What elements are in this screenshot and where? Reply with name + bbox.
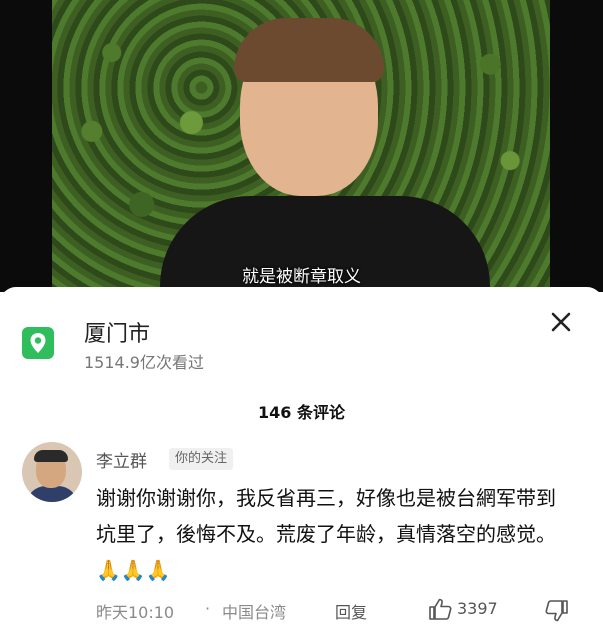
video-player[interactable]: 就是被断章取义: [0, 0, 603, 292]
meta-separator: ·: [205, 599, 211, 618]
video-subtitle: 就是被断章取义: [242, 267, 361, 287]
comment-body: 谢谢你谢谢你，我反省再三，好像也是被台網军带到坑里了，後悔不及。荒废了年龄，真情…: [96, 486, 556, 546]
comment-author[interactable]: 李立群: [96, 447, 147, 472]
follow-badge: 你的关注: [169, 448, 234, 470]
location-name[interactable]: 厦门市: [84, 316, 150, 348]
comment-region: 中国台湾: [222, 603, 287, 622]
avatar-body: [26, 486, 78, 502]
comments-sheet: 厦门市 1514.9亿次看过 146 条评论 李立群 你的关注 谢谢你谢谢你，我…: [0, 287, 603, 640]
location-views: 1514.9亿次看过: [84, 353, 204, 372]
comment-time: 昨天10:10: [96, 603, 175, 622]
close-icon[interactable]: [548, 309, 574, 335]
comment-text: 谢谢你谢谢你，我反省再三，好像也是被台網军带到坑里了，後悔不及。荒废了年龄，真情…: [96, 480, 566, 588]
comment-count: 146 条评论: [258, 403, 345, 422]
video-person-hair: [234, 18, 384, 82]
prayer-hands-icon: 🙏🙏🙏: [96, 558, 171, 582]
thumbs-down-icon[interactable]: [545, 600, 569, 626]
thumbs-up-icon[interactable]: [428, 598, 452, 624]
like-count: 3397: [457, 599, 498, 618]
avatar[interactable]: [22, 442, 82, 502]
location-pin-icon[interactable]: [22, 327, 54, 359]
reply-button[interactable]: 回复: [335, 599, 367, 623]
video-frame: [52, 0, 550, 292]
avatar-hair: [34, 450, 68, 462]
